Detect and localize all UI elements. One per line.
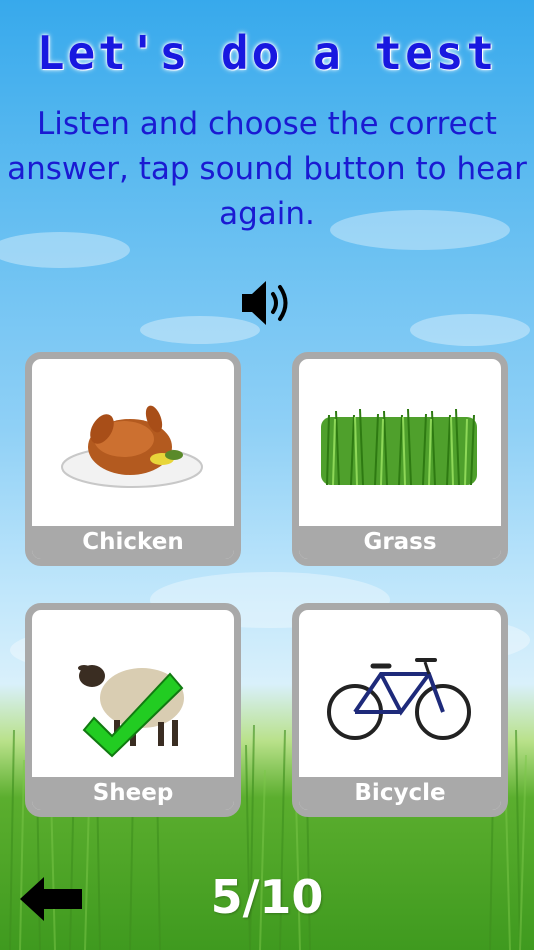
option-card-sheep[interactable]: Sheep xyxy=(25,603,241,817)
option-label: Sheep xyxy=(32,777,234,810)
option-label: Chicken xyxy=(32,526,234,559)
back-button[interactable] xyxy=(18,874,84,924)
option-label: Grass xyxy=(299,526,501,559)
progress-counter: 5/10 xyxy=(210,870,324,924)
grass-image xyxy=(321,408,477,486)
sheep-image xyxy=(78,665,184,758)
bicycle-image xyxy=(327,658,471,740)
instructions-text: Listen and choose the correct answer, ta… xyxy=(7,106,527,232)
left-arrow-icon xyxy=(20,877,82,921)
speaker-icon xyxy=(242,281,288,325)
option-card-bicycle[interactable]: Bicycle xyxy=(292,603,508,817)
sound-button[interactable] xyxy=(238,277,298,329)
option-label: Bicycle xyxy=(299,777,501,810)
option-card-grass[interactable]: Grass xyxy=(292,352,508,566)
option-card-chicken[interactable]: Chicken xyxy=(25,352,241,566)
page-title: Let's do a test xyxy=(36,26,498,80)
roast-chicken-image xyxy=(61,405,203,488)
